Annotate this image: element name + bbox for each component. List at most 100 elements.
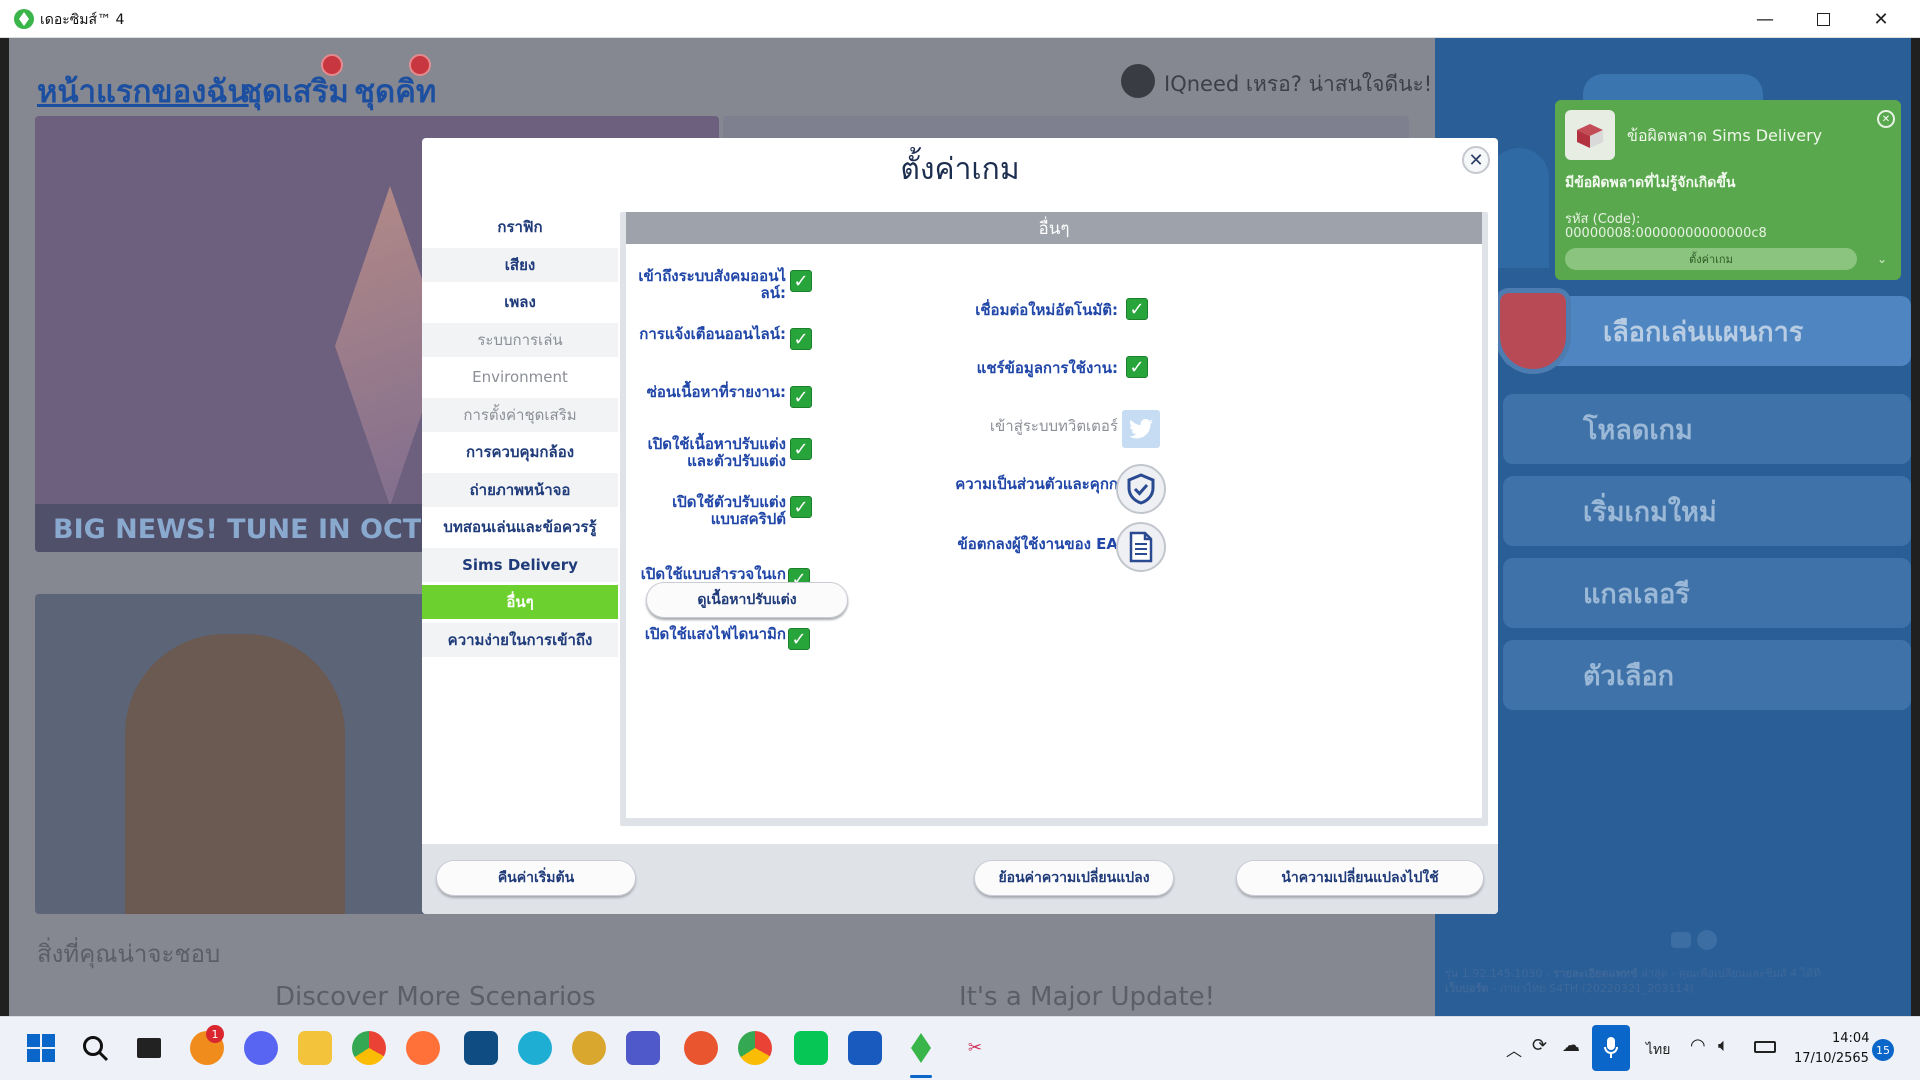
option-label-6: เปิดใช้แสงไฟไดนามิก — [636, 626, 786, 643]
tip-face-icon — [1121, 64, 1155, 98]
sidebar-item-8[interactable]: บทสอนเล่นและข้อควรรู้ — [422, 510, 618, 544]
option-label-2: ซ่อนเนื้อหาที่รายงาน: — [636, 384, 786, 401]
chevron-up-icon[interactable]: ︿ — [1506, 1037, 1522, 1061]
options-area: เข้าถึงระบบสังคมออนไ ลน์: ✓ การแจ้งเตือนออน… — [626, 244, 1482, 818]
windows-start-icon[interactable] — [24, 1031, 58, 1065]
auto-reconnect-label: เชื่อมต่อใหม่อัตโนมัติ: — [975, 301, 1118, 319]
notification-title: ข้อผิดพลาด Sims Delivery — [1627, 126, 1823, 145]
sidebar-item-6[interactable]: การควบคุมกล้อง — [422, 435, 618, 469]
close-window-button[interactable]: ✕ — [1852, 0, 1910, 38]
option-checkbox-6[interactable]: ✓ — [788, 628, 810, 650]
settings-sidebar: กราฟิก เสียง เพลง ระบบการเล่น Environment การ… — [422, 210, 620, 710]
document-icon[interactable] — [1116, 522, 1166, 572]
snipping-tool-icon[interactable]: ✂ — [958, 1031, 992, 1065]
chrome-icon[interactable] — [352, 1031, 386, 1065]
twitter-login-label: เข้าสู่ระบบทวิตเตอร์ — [989, 417, 1118, 435]
minimize-button[interactable]: — — [1736, 0, 1794, 38]
nav-home-tab[interactable]: หน้าแรกของฉัน — [37, 66, 249, 116]
sims-delivery-error-notification: ข้อผิดพลาด Sims Delivery ✕ มีข้อผิดพลาดท… — [1555, 100, 1901, 280]
new-game-button[interactable]: เริ่มเกมใหม่ — [1503, 476, 1911, 546]
modal-close-button[interactable]: ✕ — [1462, 146, 1490, 174]
active-app-indicator — [910, 1075, 932, 1078]
teams-icon[interactable] — [626, 1031, 660, 1065]
terminal-icon[interactable] — [464, 1031, 498, 1065]
sidebar-item-2[interactable]: เพลง — [422, 285, 618, 319]
view-custom-content-button[interactable]: ดูเนื้อหาปรับแต่ง — [646, 582, 848, 618]
input-language[interactable]: ไทย — [1646, 1039, 1670, 1061]
chevron-down-icon[interactable]: ⌄ — [1877, 252, 1887, 266]
sims-plumbob-icon — [14, 9, 34, 29]
youtube-icon[interactable] — [1671, 932, 1691, 948]
reset-defaults-button[interactable]: คืนค่าเริ่มต้น — [436, 860, 636, 896]
app-circle-icon[interactable] — [572, 1031, 606, 1065]
windows-taskbar: 1 ✂ ︿ ⟳ ☁ ไทย ◠ 🔈︎ 14:04 17/10/2565 15 — [0, 1016, 1920, 1080]
option-label-0: เข้าถึงระบบสังคมออนไ ลน์: — [636, 268, 786, 302]
revert-changes-button[interactable]: ย้อนค่าความเปลี่ยนแปลง — [974, 860, 1174, 896]
twitter-icon[interactable] — [1122, 410, 1160, 448]
sidebar-item-3[interactable]: ระบบการเล่น — [422, 322, 618, 357]
search-icon[interactable] — [78, 1031, 112, 1065]
discover-tile-title: Discover More Scenarios — [275, 982, 596, 1012]
sidebar-item-9[interactable]: Sims Delivery — [422, 547, 618, 582]
maximize-button[interactable] — [1794, 0, 1852, 38]
option-checkbox-1[interactable]: ✓ — [790, 328, 812, 350]
line-icon[interactable] — [794, 1031, 828, 1065]
option-checkbox-4[interactable]: ✓ — [790, 496, 812, 518]
sidebar-item-0[interactable]: กราฟิก — [422, 210, 618, 244]
kits-notification-dot — [409, 54, 431, 76]
privacy-shield-icon[interactable] — [1116, 464, 1166, 514]
chrome-profile-icon[interactable] — [738, 1031, 772, 1065]
sims4-icon[interactable] — [904, 1031, 938, 1065]
featured-tile-sim[interactable] — [35, 594, 435, 914]
battery-icon[interactable] — [1754, 1041, 1776, 1053]
edge-icon[interactable] — [518, 1031, 552, 1065]
firefox-icon[interactable] — [406, 1031, 440, 1065]
sidebar-item-11[interactable]: ความง่ายในการเข้าถึง — [422, 622, 618, 657]
sync-icon[interactable]: ⟳ — [1532, 1035, 1547, 1056]
apply-changes-button[interactable]: นำความเปลี่ยนแปลงไปใช้ — [1236, 860, 1484, 896]
wifi-icon[interactable]: ◠ — [1690, 1035, 1706, 1056]
option-label-line1: ซ่อนเนื้อหาที่รายงาน: — [646, 383, 786, 401]
load-game-button[interactable]: โหลดเกม — [1503, 394, 1911, 464]
settings-content-panel: อื่นๆ เข้าถึงระบบสังคมออนไ ลน์: ✓ การแจ้งเต… — [620, 212, 1488, 826]
option-checkbox-2[interactable]: ✓ — [790, 386, 812, 408]
options-button[interactable]: ตัวเลือก — [1503, 640, 1911, 710]
option-checkbox-3[interactable]: ✓ — [790, 438, 812, 460]
discord-icon[interactable] — [244, 1031, 278, 1065]
maps-icon[interactable] — [684, 1031, 718, 1065]
microphone-icon[interactable] — [1592, 1025, 1630, 1071]
file-explorer-icon[interactable] — [298, 1031, 332, 1065]
profile-silhouette-image — [1489, 148, 1549, 268]
left-options-column: เข้าถึงระบบสังคมออนไ ลน์: ✓ การแจ้งเตือนออน… — [626, 244, 886, 818]
sidebar-item-7[interactable]: ถ่ายภาพหน้าจอ — [422, 472, 618, 507]
sidebar-item-10[interactable]: อื่นๆ — [422, 585, 618, 619]
modal-footer: คืนค่าเริ่มต้น ย้อนค่าความเปลี่ยนแปลง นำ… — [422, 844, 1498, 914]
auto-reconnect-checkbox[interactable]: ✓ — [1126, 298, 1148, 320]
clock-time[interactable]: 14:04 — [1832, 1031, 1869, 1046]
gallery-button[interactable]: แกลเลอรี — [1503, 558, 1911, 628]
task-view-icon[interactable] — [132, 1031, 166, 1065]
cloud-offline-icon[interactable]: ☁ — [1562, 1035, 1580, 1056]
section-header: อื่นๆ — [626, 212, 1482, 244]
game-settings-modal: ตั้งค่าเกม ✕ กราฟิก เสียง เพลง ระบบการเล่น E… — [422, 138, 1498, 914]
clock-date[interactable]: 17/10/2565 — [1794, 1051, 1869, 1066]
word-icon[interactable] — [848, 1031, 882, 1065]
notification-count-badge[interactable]: 15 — [1872, 1039, 1894, 1061]
facebook-icon[interactable] — [1697, 930, 1717, 950]
option-label-4: เปิดใช้ตัวปรับแต่ง แบบสคริปต์ — [636, 494, 786, 528]
sidebar-item-4[interactable]: Environment — [422, 360, 618, 394]
notification-close-icon[interactable]: ✕ — [1877, 110, 1895, 128]
sim-character-image — [125, 634, 345, 914]
share-usage-checkbox[interactable]: ✓ — [1126, 356, 1148, 378]
major-update-tile-title: It's a Major Update! — [959, 982, 1216, 1012]
notification-settings-button[interactable]: ตั้งค่าเกม — [1565, 248, 1857, 270]
option-label-3: เปิดใช้เนื้อหาปรับแต่ง และตัวปรับแต่ง — [636, 436, 786, 470]
option-label-line1: เปิดใช้แบบสำรวจในเก — [640, 565, 786, 583]
packs-notification-dot — [321, 54, 343, 76]
sidebar-item-1[interactable]: เสียง — [422, 247, 618, 282]
sidebar-item-5[interactable]: การตั้งค่าชุดเสริม — [422, 397, 618, 432]
volume-icon[interactable]: 🔈︎ — [1718, 1035, 1729, 1056]
ea-user-agreement-label: ข้อตกลงผู้ใช้งานของ EA — [957, 535, 1118, 553]
option-checkbox-0[interactable]: ✓ — [790, 270, 812, 292]
notification-message: มีข้อผิดพลาดที่ไม่รู้จักเกิดขึ้น — [1565, 175, 1736, 191]
